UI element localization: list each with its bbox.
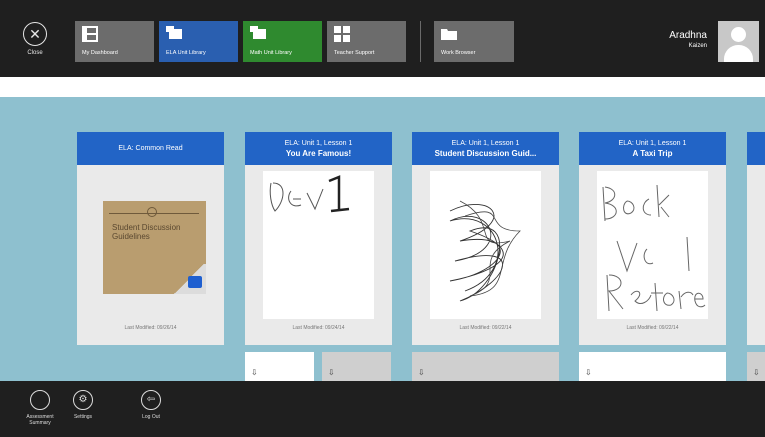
lesson-card[interactable]: ELA: Unit 1, Lesson 1 You Are Famous! La… <box>245 132 392 345</box>
avatar-head <box>731 27 746 42</box>
lesson-card-partial[interactable] <box>747 132 765 345</box>
lesson-tile-partial[interactable]: ⇩ <box>579 352 726 381</box>
nav-my-dashboard[interactable]: My Dashboard <box>75 21 154 62</box>
settings-button[interactable]: ⚙ Settings <box>61 390 105 420</box>
handwriting-scribble <box>269 175 350 213</box>
nav-teacher-support[interactable]: Teacher Support <box>327 21 406 62</box>
nav-label: Work Browser <box>441 50 476 56</box>
close-label: Close <box>27 50 43 56</box>
card-title: Student Discussion Guid... <box>434 148 537 158</box>
assessment-summary-button[interactable]: Assessment Summary <box>18 390 62 426</box>
logout-icon: ⇦ <box>141 390 161 410</box>
nav-label: Math Unit Library <box>250 50 292 56</box>
button-label: Log Out <box>142 414 160 420</box>
card-modified-date: Last Modified: 09/22/14 <box>459 325 512 331</box>
lesson-card[interactable]: ELA: Unit 1, Lesson 1 Student Discussion… <box>412 132 559 345</box>
card-modified-date: Last Modified: 09/22/14 <box>626 325 679 331</box>
card-header <box>747 132 765 165</box>
card-thumbnail <box>597 171 708 319</box>
button-label: Settings <box>73 414 93 420</box>
library-icon <box>250 26 266 39</box>
nav-divider <box>420 21 421 62</box>
card-modified-date: Last Modified: 09/26/14 <box>124 325 177 331</box>
card-thumbnail <box>263 171 374 319</box>
library-icon <box>166 26 182 39</box>
gear-icon: ⚙ <box>73 390 93 410</box>
nav-math-unit-library[interactable]: Math Unit Library <box>243 21 322 62</box>
pin-icon: ⇩ <box>328 368 335 377</box>
handwriting-scribble <box>602 184 706 312</box>
discussion-guide-image: Student Discussion Guidelines <box>103 201 206 294</box>
scribble-drawing <box>449 200 521 302</box>
lesson-tile-partial[interactable]: ⇩ <box>322 352 391 381</box>
nav-label: ELA Unit Library <box>166 50 206 56</box>
user-school: Kaizen <box>688 43 707 49</box>
card-unit-label: ELA: Unit 1, Lesson 1 <box>284 139 353 147</box>
lesson-card[interactable]: ELA: Unit 1, Lesson 1 A Taxi Trip Last M… <box>579 132 726 345</box>
avatar[interactable] <box>718 21 759 62</box>
nav-work-browser[interactable]: Work Browser <box>434 21 514 62</box>
pin-icon: ⇩ <box>585 368 592 377</box>
close-button[interactable]: ✕ Close <box>17 22 53 56</box>
avatar-body <box>724 45 753 62</box>
button-label: Assessment Summary <box>26 414 54 426</box>
card-unit-label: ELA: Unit 1, Lesson 1 <box>618 139 687 147</box>
user-info[interactable]: Aradhna Kaizen <box>669 30 707 49</box>
nav-label: Teacher Support <box>334 50 375 56</box>
log-out-button[interactable]: ⇦ Log Out <box>129 390 173 420</box>
lesson-tile-partial[interactable]: ⇩ <box>245 352 314 381</box>
card-thumbnail <box>430 171 541 319</box>
card-header: ELA: Unit 1, Lesson 1 Student Discussion… <box>412 132 559 165</box>
top-app-bar: ✕ Close My Dashboard ELA Unit Library Ma… <box>0 0 765 77</box>
header-strip <box>0 77 765 97</box>
pin-icon: ⇩ <box>251 368 258 377</box>
folder-icon <box>441 29 457 40</box>
search-icon <box>188 276 202 288</box>
bottom-app-bar: Assessment Summary ⚙ Settings ⇦ Log Out <box>0 381 765 437</box>
pin-icon: ⇩ <box>753 368 760 377</box>
paper-rule <box>109 213 199 214</box>
card-unit-label: ELA: Common Read <box>118 145 183 152</box>
nav-label: My Dashboard <box>82 50 118 56</box>
paper-text: Student Discussion Guidelines <box>112 223 181 242</box>
card-unit-label: ELA: Unit 1, Lesson 1 <box>451 139 520 147</box>
dashboard-icon <box>82 26 98 42</box>
circle-icon <box>30 390 50 410</box>
support-icon <box>334 26 350 42</box>
card-title: You Are Famous! <box>285 148 352 158</box>
lesson-tile-partial[interactable]: ⇩ <box>412 352 559 381</box>
paperclip-icon <box>147 207 157 217</box>
card-header: ELA: Unit 1, Lesson 1 You Are Famous! <box>245 132 392 165</box>
card-thumbnail: Student Discussion Guidelines <box>95 171 206 319</box>
card-modified-date: Last Modified: 09/24/14 <box>292 325 345 331</box>
card-title: A Taxi Trip <box>632 148 673 158</box>
card-header: ELA: Unit 1, Lesson 1 A Taxi Trip <box>579 132 726 165</box>
user-name: Aradhna <box>669 30 707 41</box>
nav-ela-unit-library[interactable]: ELA Unit Library <box>159 21 238 62</box>
pin-icon: ⇩ <box>418 368 425 377</box>
close-icon: ✕ <box>23 22 47 46</box>
lesson-gallery[interactable]: ELA: Common Read Student Discussion Guid… <box>0 97 765 381</box>
card-header: ELA: Common Read <box>77 132 224 165</box>
lesson-tile-partial[interactable]: ⇩ <box>747 352 765 381</box>
lesson-card[interactable]: ELA: Common Read Student Discussion Guid… <box>77 132 224 345</box>
